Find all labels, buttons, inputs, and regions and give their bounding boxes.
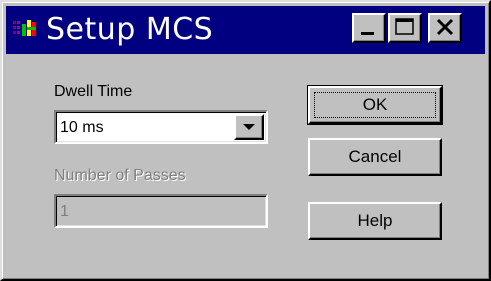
cancel-button[interactable]: Cancel bbox=[308, 138, 442, 176]
minimize-icon bbox=[361, 32, 374, 35]
help-button[interactable]: Help bbox=[308, 202, 442, 240]
dwell-time-value: 10 ms bbox=[60, 119, 104, 136]
number-of-passes-label: Number of Passes bbox=[54, 167, 186, 184]
cancel-button-label: Cancel bbox=[348, 147, 402, 166]
window-title: Setup MCS bbox=[46, 12, 214, 47]
app-icon bbox=[13, 20, 36, 36]
maximize-button[interactable] bbox=[388, 13, 422, 43]
minimize-button[interactable] bbox=[352, 13, 386, 43]
ok-button[interactable]: OK bbox=[307, 85, 443, 125]
chevron-down-icon bbox=[243, 124, 255, 130]
close-icon bbox=[436, 18, 454, 36]
setup-mcs-dialog: Setup MCS Dwell Time 10 ms Number of Pas… bbox=[0, 0, 491, 281]
dwell-time-select[interactable]: 10 ms bbox=[54, 110, 268, 144]
close-button[interactable] bbox=[428, 13, 462, 43]
number-of-passes-field: 1 bbox=[54, 194, 268, 228]
maximize-icon bbox=[395, 18, 414, 35]
title-bar[interactable]: Setup MCS bbox=[6, 6, 485, 54]
dropdown-button[interactable] bbox=[234, 114, 264, 140]
dwell-time-label: Dwell Time bbox=[54, 83, 133, 100]
ok-button-label: OK bbox=[314, 92, 436, 118]
help-button-label: Help bbox=[357, 211, 393, 230]
number-of-passes-value: 1 bbox=[60, 203, 69, 220]
